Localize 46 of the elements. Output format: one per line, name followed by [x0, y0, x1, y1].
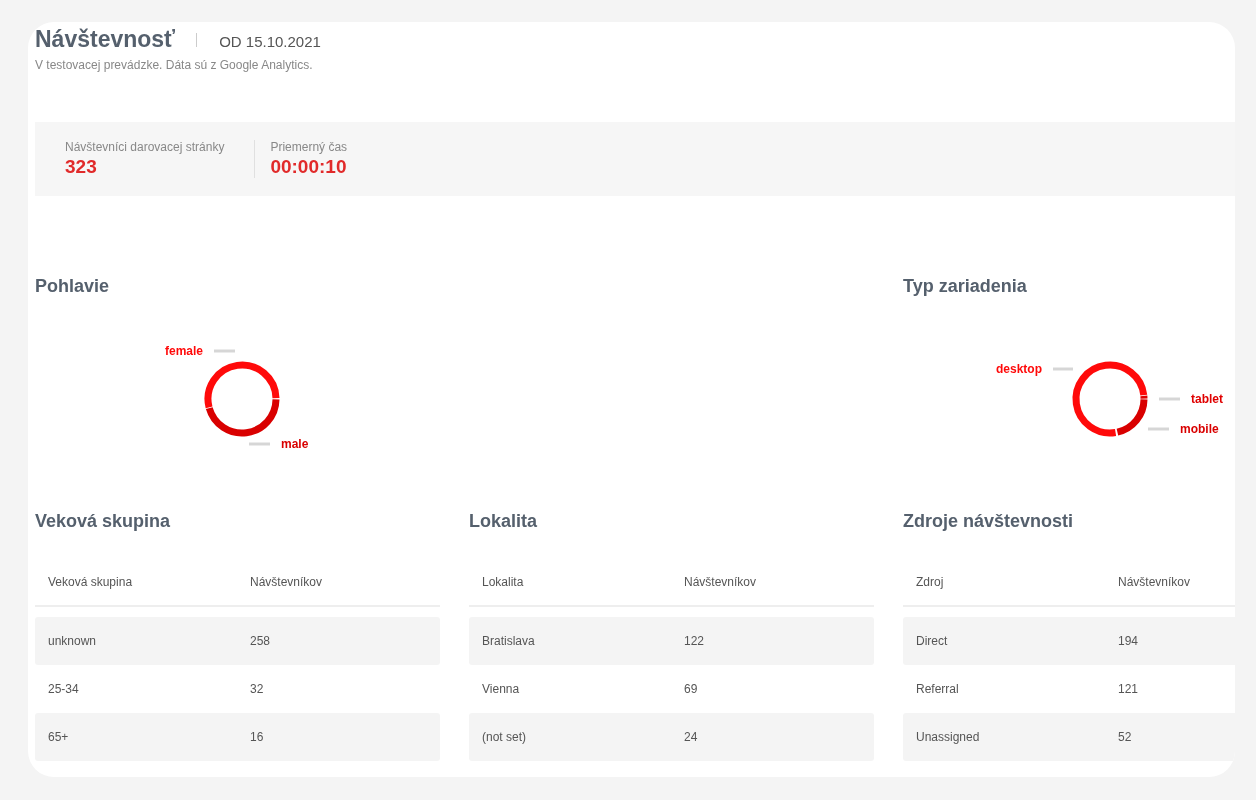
date-label: OD 15.10.2021 [219, 31, 321, 50]
table-cell-text: 52 [1117, 730, 1133, 744]
table-cell-text: 258 [249, 634, 272, 648]
subtitle: V testovacej prevádzke. Dáta sú z Google Analytics. [35, 58, 314, 72]
column-header: Lokalita [481, 574, 525, 589]
table-cell-text: Vienna [481, 682, 521, 696]
page-title: Návštevnosť [35, 26, 176, 53]
legend-label: female [164, 344, 203, 358]
table-cell-text: 121 [1117, 682, 1140, 696]
table-cell-text: Referral [915, 682, 960, 696]
section-title: Zdroje návštevnosti [903, 511, 1075, 532]
legend-label: desktop [996, 362, 1042, 376]
table-cell-text: Direct [915, 634, 949, 648]
stat-value: 00:00:10 [270, 156, 348, 178]
section-title: Pohlavie [35, 276, 111, 297]
stat-value: 323 [65, 156, 98, 178]
table-cell-text: 16 [249, 730, 265, 744]
section-title: Typ zariadenia [903, 276, 1028, 297]
leader-line [249, 442, 270, 446]
leader-line [1148, 427, 1169, 431]
table-cell-text: (not set) [481, 730, 527, 744]
section-title: Veková skupina [35, 511, 172, 532]
stat-label: Priemerný čas [270, 140, 348, 154]
table-cell-text: 194 [1117, 634, 1140, 648]
legend-label: tablet [1191, 392, 1223, 406]
table-cell-text: 122 [683, 634, 706, 648]
column-header: Zdroj [915, 574, 945, 589]
table-cell-text: 69 [683, 682, 699, 696]
column-header: Návštevníkov [683, 574, 758, 589]
table-cell-text: 32 [249, 682, 265, 696]
table-cell-text: Bratislava [481, 634, 536, 648]
stat-label: Návštevníci darovacej stránky [65, 140, 225, 154]
section-title: Lokalita [469, 511, 539, 532]
table-cell-text: 24 [683, 730, 699, 744]
table-cell-text: unknown [47, 634, 98, 648]
leader-line [1159, 397, 1180, 401]
column-header: Veková skupina [47, 574, 134, 589]
table-cell-text: Unassigned [915, 730, 981, 744]
table-cell-text: 25-34 [47, 682, 80, 696]
column-header: Návštevníkov [249, 574, 324, 589]
column-header: Návštevníkov [1117, 574, 1192, 589]
leader-line [214, 349, 235, 353]
leader-line [1053, 367, 1073, 371]
legend-label: mobile [1180, 422, 1219, 436]
table-cell-text: 65+ [47, 730, 70, 744]
legend-label: male [281, 437, 309, 451]
